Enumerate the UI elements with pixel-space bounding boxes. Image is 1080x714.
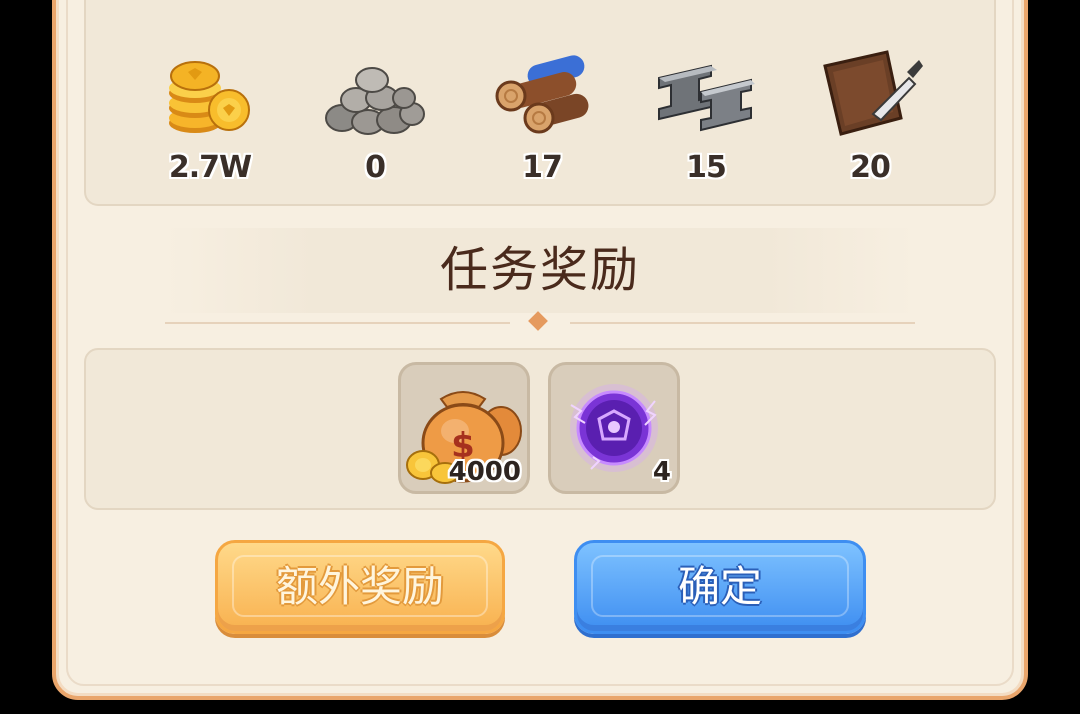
- divider-left: [165, 322, 510, 324]
- extra-reward-label: 额外奖励: [275, 562, 444, 611]
- section-title-banner: 任务奖励: [165, 228, 915, 313]
- iron-ingot-icon: [658, 64, 755, 132]
- leather-amount: 20: [850, 150, 891, 185]
- section-title: 任务奖励: [439, 242, 640, 298]
- wood-logs-icon: [495, 55, 589, 134]
- reward-slot-money[interactable]: $ 4000: [398, 362, 530, 494]
- confirm-button[interactable]: 确定: [574, 540, 866, 634]
- extra-reward-button[interactable]: 额外奖励: [215, 540, 505, 634]
- divider-right: [570, 322, 915, 324]
- stone-amount: 0: [365, 150, 386, 185]
- leather-icon: [823, 50, 923, 136]
- stone-icon: [325, 67, 425, 135]
- reward-box: [84, 348, 996, 510]
- resource-wood: 17: [482, 48, 602, 188]
- gold-coins-icon: [169, 61, 250, 133]
- iron-amount: 15: [686, 150, 727, 185]
- money-count: 4000: [448, 457, 521, 487]
- gold-amount: 2.7W: [168, 150, 252, 185]
- resource-gold: 2.7W: [150, 48, 270, 188]
- resource-leather: 20: [810, 48, 930, 188]
- confirm-label: 确定: [677, 562, 762, 611]
- resource-stone: 0: [315, 48, 435, 188]
- wood-amount: 17: [522, 150, 563, 185]
- reward-slot-orb[interactable]: 4: [548, 362, 680, 494]
- resource-iron: 15: [646, 48, 766, 188]
- orb-count: 4: [652, 457, 671, 487]
